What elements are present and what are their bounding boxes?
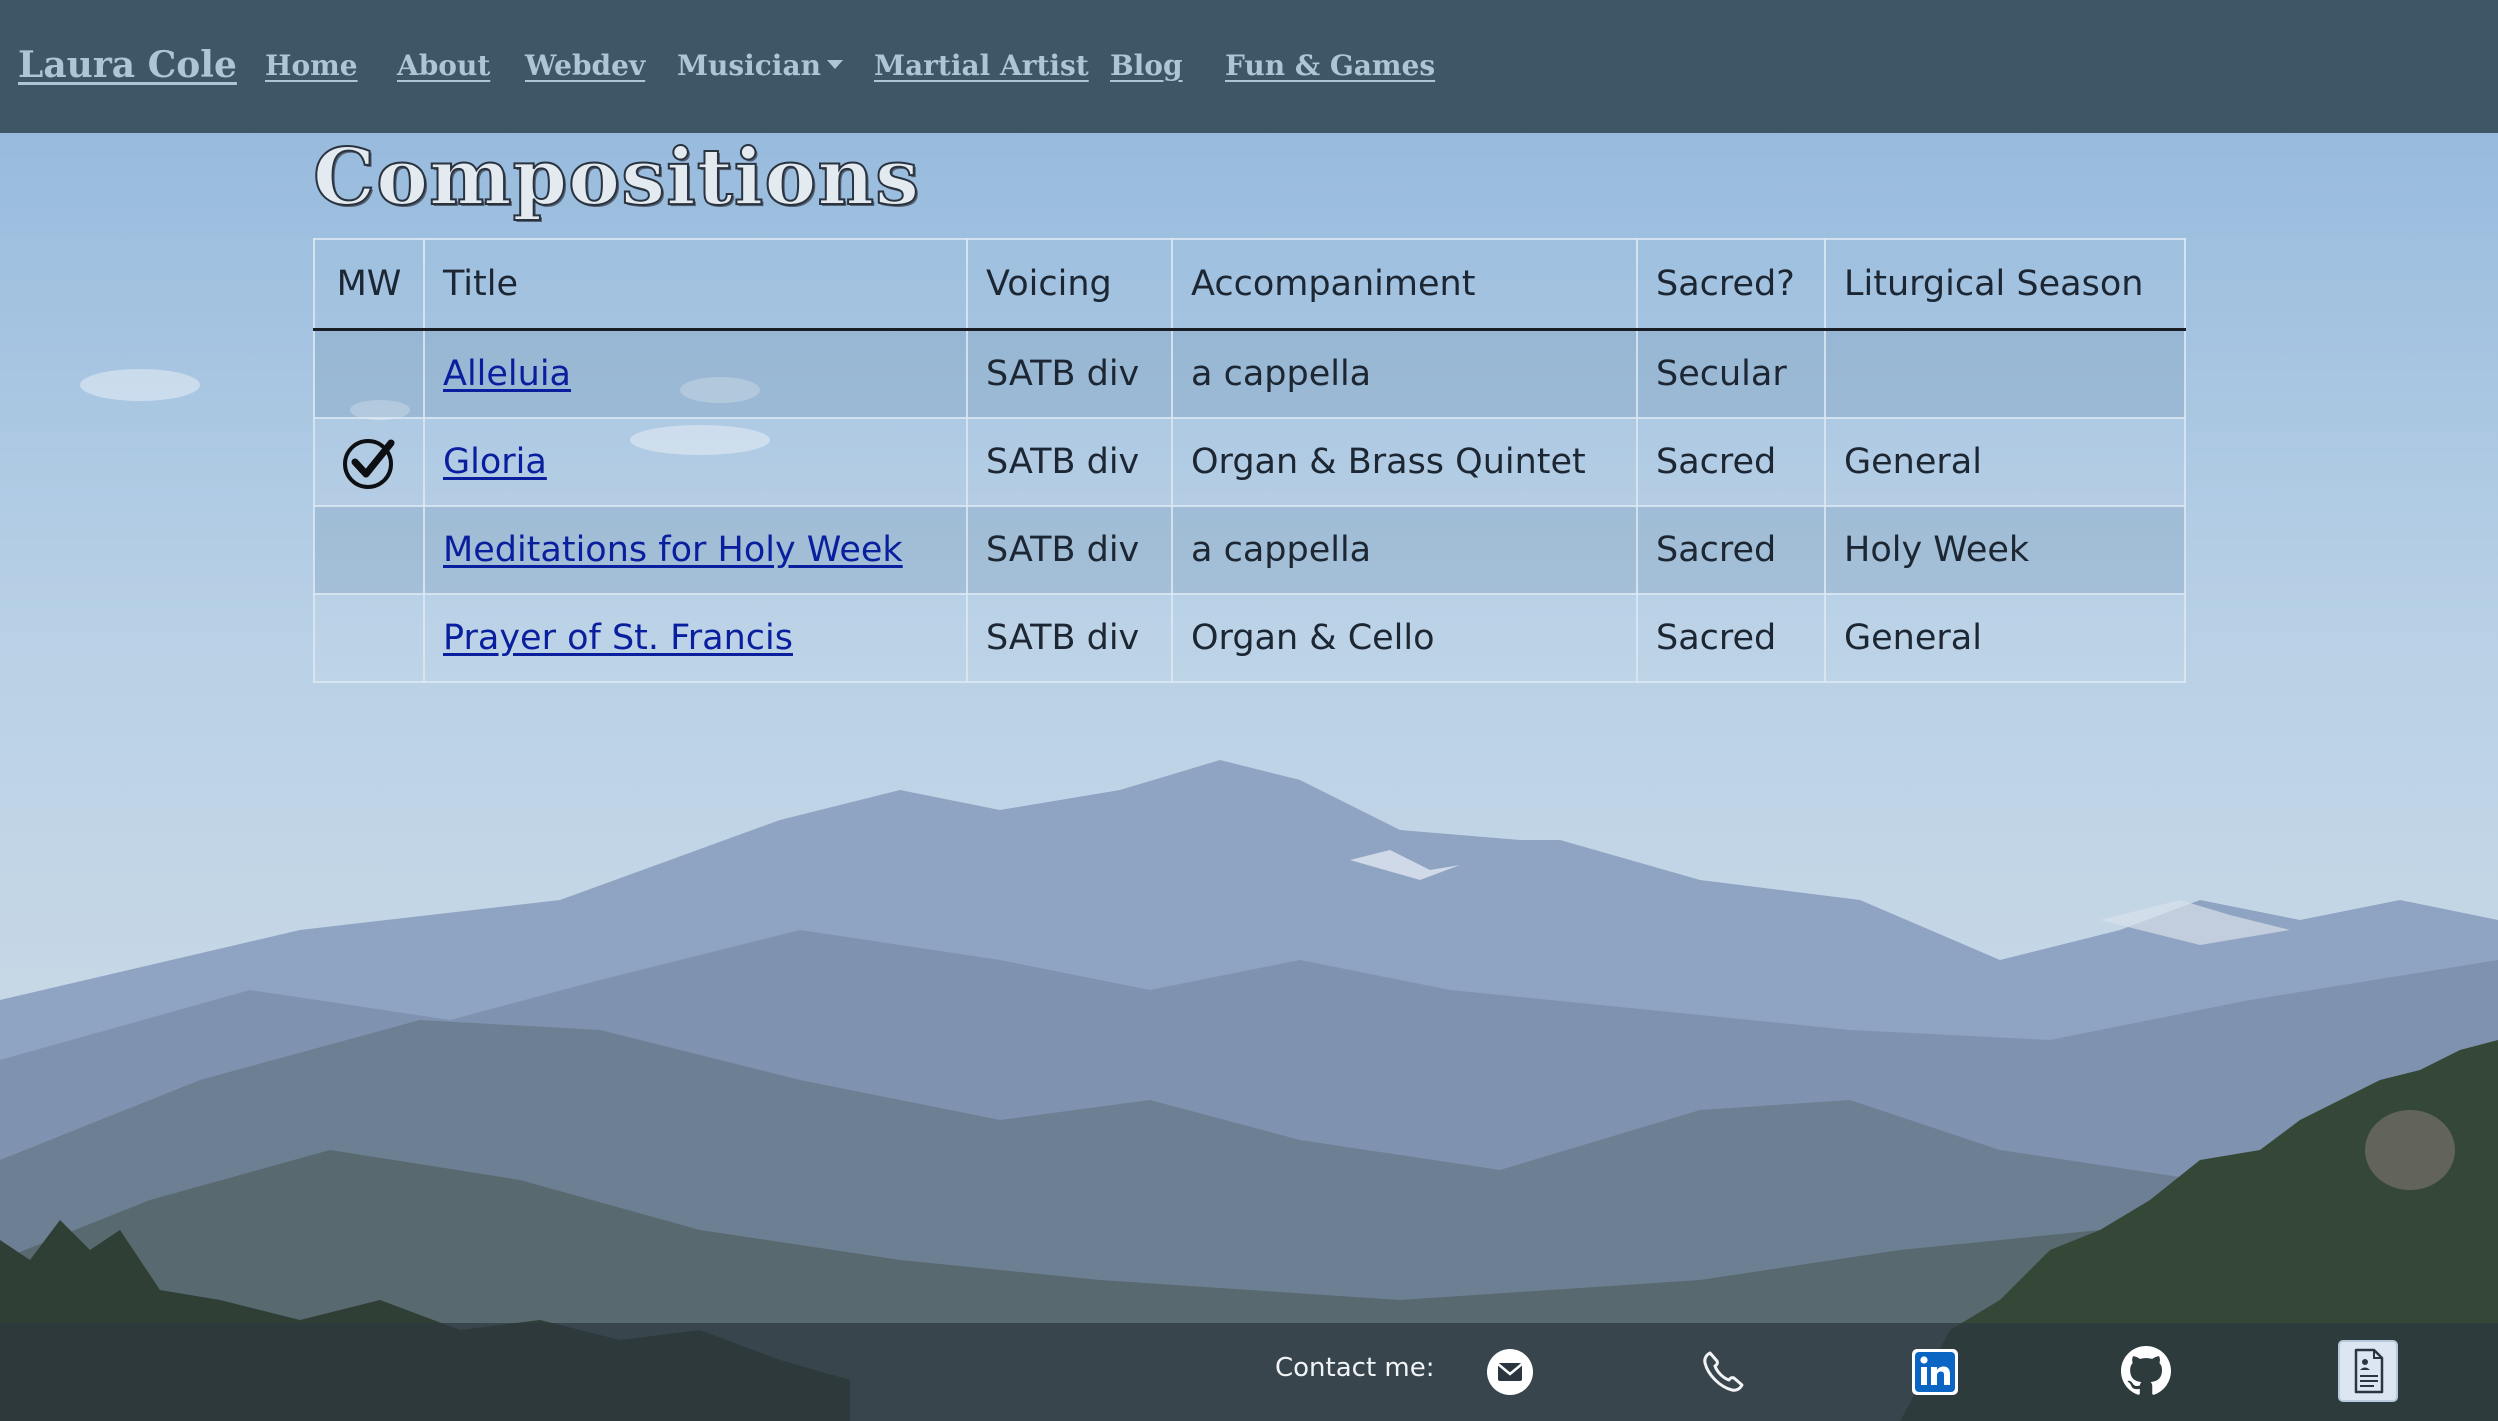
github-icon	[2121, 1346, 2171, 1395]
nav-webdev[interactable]: Webdev	[525, 49, 645, 82]
header-mw: MW	[313, 238, 425, 331]
cell-sacred: Secular	[1636, 328, 1826, 419]
table-row: Alleluia SATB div a cappella Secular	[313, 328, 2186, 419]
nav-blog[interactable]: Blog	[1110, 49, 1183, 82]
table-row: Meditations for Holy Week SATB div a cap…	[313, 505, 2186, 595]
brand-link[interactable]: Laura Cole	[18, 44, 237, 86]
header-sacred: Sacred?	[1636, 238, 1826, 331]
nav-home[interactable]: Home	[265, 49, 358, 82]
header-title: Title	[423, 238, 968, 331]
table-row: Gloria SATB div Organ & Brass Quintet Sa…	[313, 417, 2186, 507]
composition-link[interactable]: Prayer of St. Francis	[443, 618, 793, 658]
email-icon	[1487, 1349, 1533, 1395]
cell-mw	[313, 593, 425, 683]
header-voicing: Voicing	[966, 238, 1173, 331]
composition-link[interactable]: Gloria	[443, 442, 547, 482]
cell-voicing: SATB div	[966, 328, 1173, 419]
cell-season: General	[1824, 593, 2186, 683]
cell-voicing: SATB div	[966, 417, 1173, 507]
cell-sacred: Sacred	[1636, 505, 1826, 595]
cell-mw	[313, 417, 425, 507]
cell-title: Gloria	[423, 417, 968, 507]
table-header-row: MW Title Voicing Accompaniment Sacred? L…	[313, 238, 2186, 331]
header-liturgical-season: Liturgical Season	[1824, 238, 2186, 331]
footer-contact-bar: Contact me:	[0, 1323, 2498, 1421]
cell-voicing: SATB div	[966, 593, 1173, 683]
email-link[interactable]	[1486, 1348, 1534, 1400]
header-accompaniment: Accompaniment	[1171, 238, 1638, 331]
cell-sacred: Sacred	[1636, 417, 1826, 507]
github-link[interactable]	[2121, 1346, 2171, 1400]
cell-mw	[313, 505, 425, 595]
cell-accompaniment: Organ & Brass Quintet	[1171, 417, 1638, 507]
resume-icon	[2338, 1340, 2398, 1402]
chevron-down-icon	[826, 60, 843, 69]
composition-link[interactable]: Meditations for Holy Week	[443, 530, 903, 570]
nav-about[interactable]: About	[397, 49, 490, 82]
linkedin-icon	[1912, 1349, 1958, 1395]
cell-season: General	[1824, 417, 2186, 507]
nav-musician-dropdown[interactable]: Musician	[677, 49, 843, 82]
page-title: Compositions	[312, 131, 921, 224]
phone-icon	[1703, 1351, 1744, 1392]
cell-sacred: Sacred	[1636, 593, 1826, 683]
cell-title: Alleluia	[423, 328, 968, 419]
cell-mw	[313, 328, 425, 419]
phone-link[interactable]	[1698, 1347, 1748, 1401]
cell-title: Meditations for Holy Week	[423, 505, 968, 595]
contact-label: Contact me:	[1275, 1353, 1435, 1383]
cell-accompaniment: a cappella	[1171, 328, 1638, 419]
nav-martial-artist[interactable]: Martial Artist	[874, 49, 1089, 82]
cell-accompaniment: a cappella	[1171, 505, 1638, 595]
nav-musician-label: Musician	[677, 49, 821, 82]
cell-accompaniment: Organ & Cello	[1171, 593, 1638, 683]
table-row: Prayer of St. Francis SATB div Organ & C…	[313, 593, 2186, 683]
cell-voicing: SATB div	[966, 505, 1173, 595]
cell-season	[1824, 328, 2186, 419]
cell-season: Holy Week	[1824, 505, 2186, 595]
check-circle-icon	[343, 439, 395, 489]
cell-title: Prayer of St. Francis	[423, 593, 968, 683]
composition-link[interactable]: Alleluia	[443, 354, 571, 394]
compositions-table: MW Title Voicing Accompaniment Sacred? L…	[313, 238, 2186, 683]
top-navbar: Laura Cole Home About Webdev Musician Ma…	[0, 0, 2498, 133]
nav-fun-games[interactable]: Fun & Games	[1225, 49, 1435, 82]
linkedin-link[interactable]	[1911, 1348, 1959, 1400]
resume-link[interactable]	[2338, 1340, 2398, 1406]
